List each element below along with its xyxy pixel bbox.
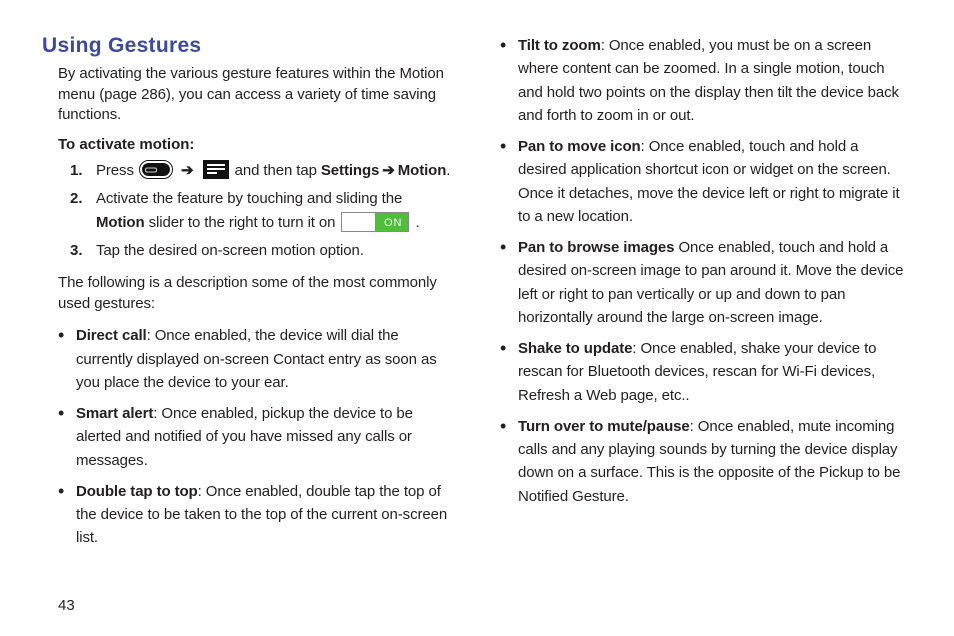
bullet-term: Shake to update xyxy=(518,340,632,357)
left-column: Using Gestures By activating the various… xyxy=(44,34,454,558)
step-2: 2. Activate the feature by touching and … xyxy=(70,187,454,235)
bullet-pan-move: Pan to move icon: Once enabled, touch an… xyxy=(500,135,910,228)
menu-icon xyxy=(203,160,229,179)
step-number: 2. xyxy=(70,187,96,211)
steps-list: 1. Press ➔ and then tap Settings ➔ Motio… xyxy=(70,159,454,263)
text: Press xyxy=(96,162,138,179)
bullet-list-left: Direct call: Once enabled, the device wi… xyxy=(58,324,454,549)
bullet-smart-alert: Smart alert: Once enabled, pickup the de… xyxy=(58,402,454,472)
bullet-pan-browse: Pan to browse images Once enabled, touch… xyxy=(500,236,910,329)
bullet-term: Pan to browse images xyxy=(518,239,674,256)
home-key-icon xyxy=(140,161,172,178)
page-number: 43 xyxy=(58,597,75,614)
on-switch-icon: ON xyxy=(341,212,409,232)
motion-label: Motion xyxy=(96,214,145,231)
section-heading: Using Gestures xyxy=(42,34,454,58)
step-body: Tap the desired on-screen motion option. xyxy=(96,239,454,263)
bullet-term: Tilt to zoom xyxy=(518,37,601,54)
step-1: 1. Press ➔ and then tap Settings ➔ Motio… xyxy=(70,159,454,183)
motion-label: Motion xyxy=(398,162,447,179)
two-column-layout: Using Gestures By activating the various… xyxy=(44,34,910,558)
step-number: 3. xyxy=(70,239,96,263)
bullet-term: Pan to move icon xyxy=(518,138,641,155)
switch-on-label: ON xyxy=(384,215,403,233)
bullet-tilt-zoom: Tilt to zoom: Once enabled, you must be … xyxy=(500,34,910,127)
right-column: Tilt to zoom: Once enabled, you must be … xyxy=(500,34,910,558)
bullet-term: Double tap to top xyxy=(76,483,198,500)
text: and then tap xyxy=(235,162,321,179)
bullet-double-tap: Double tap to top: Once enabled, double … xyxy=(58,480,454,550)
bullet-term: Smart alert xyxy=(76,405,153,422)
text: . xyxy=(446,162,450,179)
bullet-list-right: Tilt to zoom: Once enabled, you must be … xyxy=(500,34,910,508)
bullet-direct-call: Direct call: Once enabled, the device wi… xyxy=(58,324,454,394)
description-paragraph: The following is a description some of t… xyxy=(58,273,454,314)
step-body: Activate the feature by touching and sli… xyxy=(96,187,454,235)
bullet-term: Turn over to mute/pause xyxy=(518,418,690,435)
bullet-turn-over: Turn over to mute/pause: Once enabled, m… xyxy=(500,415,910,508)
arrow-icon: ➔ xyxy=(181,159,193,183)
step-body: Press ➔ and then tap Settings ➔ Motion. xyxy=(96,159,454,183)
step-number: 1. xyxy=(70,159,96,183)
subheading: To activate motion: xyxy=(58,136,454,153)
arrow-icon: ➔ xyxy=(382,159,394,183)
text: . xyxy=(411,214,419,231)
bullet-shake-update: Shake to update: Once enabled, shake you… xyxy=(500,337,910,407)
text: slider to the right to turn it on xyxy=(145,214,340,231)
settings-label: Settings xyxy=(321,162,379,179)
intro-paragraph: By activating the various gesture featur… xyxy=(58,64,454,126)
text: Activate the feature by touching and sli… xyxy=(96,190,402,207)
bullet-term: Direct call xyxy=(76,327,147,344)
step-3: 3. Tap the desired on-screen motion opti… xyxy=(70,239,454,263)
